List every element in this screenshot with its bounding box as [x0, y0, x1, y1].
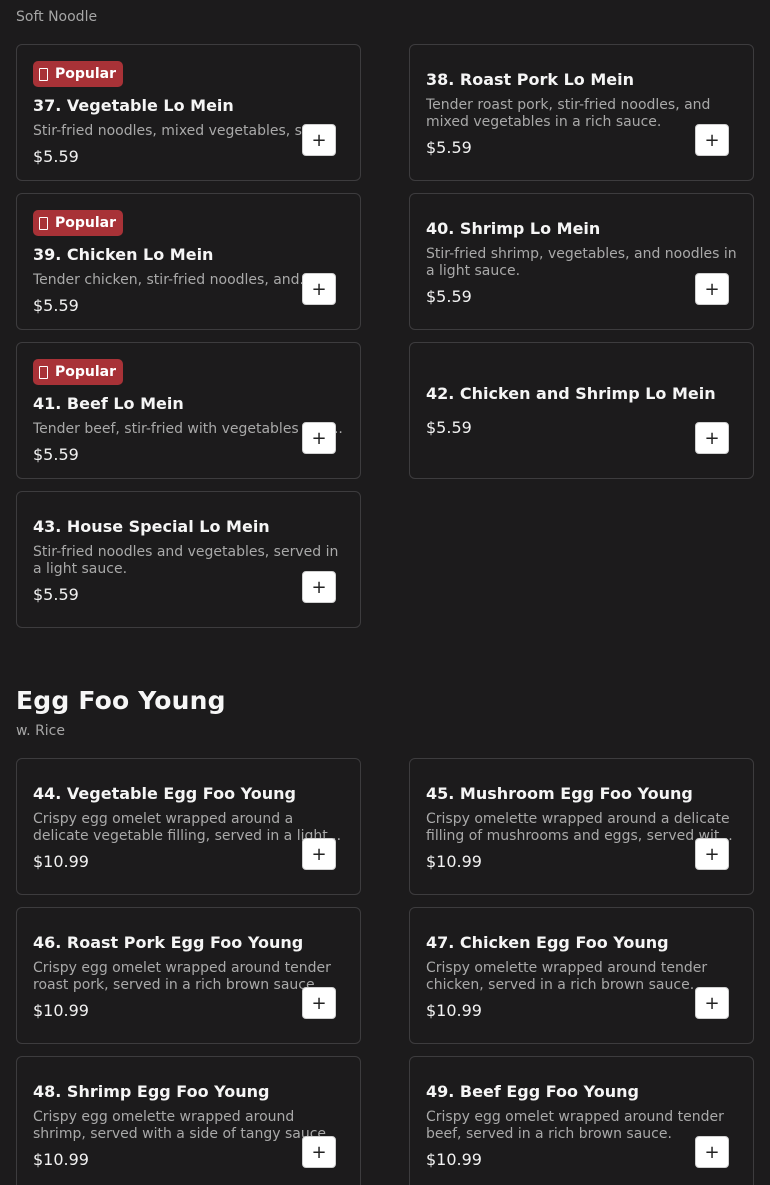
plus-icon: + [311, 992, 327, 1014]
plus-icon: + [704, 992, 720, 1014]
menu-item-card[interactable]: 48. Shrimp Egg Foo Young Crispy egg omel… [16, 1056, 361, 1185]
add-to-cart-button[interactable]: + [302, 273, 336, 305]
item-description: Crispy omelette wrapped around tender ch… [426, 960, 708, 993]
item-price: $10.99 [33, 1001, 89, 1020]
popular-badge: Popular [33, 359, 124, 385]
plus-icon: + [704, 1141, 720, 1163]
item-title: 47. Chicken Egg Foo Young [426, 933, 669, 952]
item-price: $5.59 [426, 287, 472, 306]
add-to-cart-button[interactable]: + [695, 273, 729, 305]
plus-icon: + [704, 129, 720, 151]
item-title: 46. Roast Pork Egg Foo Young [33, 933, 304, 952]
item-title: 43. House Special Lo Mein [33, 517, 270, 536]
flame-icon [39, 216, 48, 230]
item-description: Tender chicken, stir-fried noodles, and.… [33, 272, 313, 288]
menu-item-card[interactable]: 49. Beef Egg Foo Young Crispy egg omelet… [409, 1056, 754, 1185]
menu-item-card[interactable]: 45. Mushroom Egg Foo Young Crispy omelet… [409, 758, 754, 895]
menu-item-card[interactable]: Popular 41. Beef Lo Mein Tender beef, st… [16, 342, 361, 479]
add-to-cart-button[interactable]: + [302, 987, 336, 1019]
plus-icon: + [704, 843, 720, 865]
add-to-cart-button[interactable]: + [302, 838, 336, 870]
menu-page: Soft Noodle Popular 37. Vegetable Lo Mei… [0, 0, 770, 1185]
item-title: 45. Mushroom Egg Foo Young [426, 784, 693, 803]
menu-item-card[interactable]: 40. Shrimp Lo Mein Stir-fried shrimp, ve… [409, 193, 754, 330]
item-title: 39. Chicken Lo Mein [33, 245, 214, 264]
section-heading-egg-foo-young: Egg Foo Young [16, 686, 226, 715]
item-title: 37. Vegetable Lo Mein [33, 96, 234, 115]
item-price: $5.59 [33, 585, 79, 604]
menu-item-card[interactable]: Popular 39. Chicken Lo Mein Tender chick… [16, 193, 361, 330]
item-title: 38. Roast Pork Lo Mein [426, 70, 634, 89]
menu-item-card[interactable]: 47. Chicken Egg Foo Young Crispy omelett… [409, 907, 754, 1044]
add-to-cart-button[interactable]: + [695, 422, 729, 454]
section-subtitle-egg-foo-young: w. Rice [16, 723, 65, 739]
popular-badge: Popular [33, 210, 124, 236]
add-to-cart-button[interactable]: + [695, 124, 729, 156]
item-description: Stir-fried noodles and vegetables, serve… [33, 544, 339, 577]
item-title: 48. Shrimp Egg Foo Young [33, 1082, 270, 1101]
popular-badge-label: Popular [55, 364, 117, 380]
plus-icon: + [311, 427, 327, 449]
item-price: $10.99 [33, 1150, 89, 1169]
item-title: 40. Shrimp Lo Mein [426, 219, 601, 238]
add-to-cart-button[interactable]: + [302, 1136, 336, 1168]
item-price: $10.99 [426, 1150, 482, 1169]
flame-icon [39, 365, 48, 379]
add-to-cart-button[interactable]: + [695, 838, 729, 870]
item-price: $5.59 [33, 147, 79, 166]
menu-item-card[interactable]: 44. Vegetable Egg Foo Young Crispy egg o… [16, 758, 361, 895]
popular-badge-label: Popular [55, 215, 117, 231]
item-price: $10.99 [426, 1001, 482, 1020]
add-to-cart-button[interactable]: + [695, 987, 729, 1019]
item-description: Crispy omelette wrapped around a delicat… [426, 811, 733, 844]
item-price: $10.99 [33, 852, 89, 871]
popular-badge: Popular [33, 61, 124, 87]
item-description: Stir-fried shrimp, vegetables, and noodl… [426, 246, 737, 279]
flame-icon [39, 67, 48, 81]
item-price: $5.59 [426, 138, 472, 157]
item-price: $5.59 [426, 418, 472, 437]
plus-icon: + [311, 278, 327, 300]
item-title: 49. Beef Egg Foo Young [426, 1082, 639, 1101]
item-description: Crispy egg omelet wrapped around tender … [33, 960, 331, 993]
item-description: Crispy egg omelet wrapped around tender … [426, 1109, 724, 1142]
plus-icon: + [704, 278, 720, 300]
menu-item-card[interactable]: 46. Roast Pork Egg Foo Young Crispy egg … [16, 907, 361, 1044]
section-subtitle-soft-noodle: Soft Noodle [16, 9, 98, 25]
item-title: 42. Chicken and Shrimp Lo Mein [426, 384, 716, 403]
add-to-cart-button[interactable]: + [302, 422, 336, 454]
plus-icon: + [704, 427, 720, 449]
item-price: $10.99 [426, 852, 482, 871]
plus-icon: + [311, 129, 327, 151]
item-title: 41. Beef Lo Mein [33, 394, 184, 413]
item-price: $5.59 [33, 296, 79, 315]
plus-icon: + [311, 843, 327, 865]
add-to-cart-button[interactable]: + [302, 124, 336, 156]
plus-icon: + [311, 576, 327, 598]
item-description: Tender roast pork, stir-fried noodles, a… [426, 97, 711, 130]
item-description: Crispy egg omelette wrapped around shrim… [33, 1109, 331, 1142]
menu-item-card[interactable]: 42. Chicken and Shrimp Lo Mein $5.59 + [409, 342, 754, 479]
add-to-cart-button[interactable]: + [302, 571, 336, 603]
add-to-cart-button[interactable]: + [695, 1136, 729, 1168]
item-title: 44. Vegetable Egg Foo Young [33, 784, 296, 803]
menu-item-card[interactable]: 38. Roast Pork Lo Mein Tender roast pork… [409, 44, 754, 181]
item-description: Tender beef, stir-fried with vegetables … [33, 421, 343, 437]
plus-icon: + [311, 1141, 327, 1163]
item-description: Stir-fried noodles, mixed vegetables, so… [33, 123, 344, 139]
menu-item-card[interactable]: Popular 37. Vegetable Lo Mein Stir-fried… [16, 44, 361, 181]
item-price: $5.59 [33, 445, 79, 464]
popular-badge-label: Popular [55, 66, 117, 82]
item-description: Crispy egg omelet wrapped around a delic… [33, 811, 342, 844]
menu-item-card[interactable]: 43. House Special Lo Mein Stir-fried noo… [16, 491, 361, 628]
